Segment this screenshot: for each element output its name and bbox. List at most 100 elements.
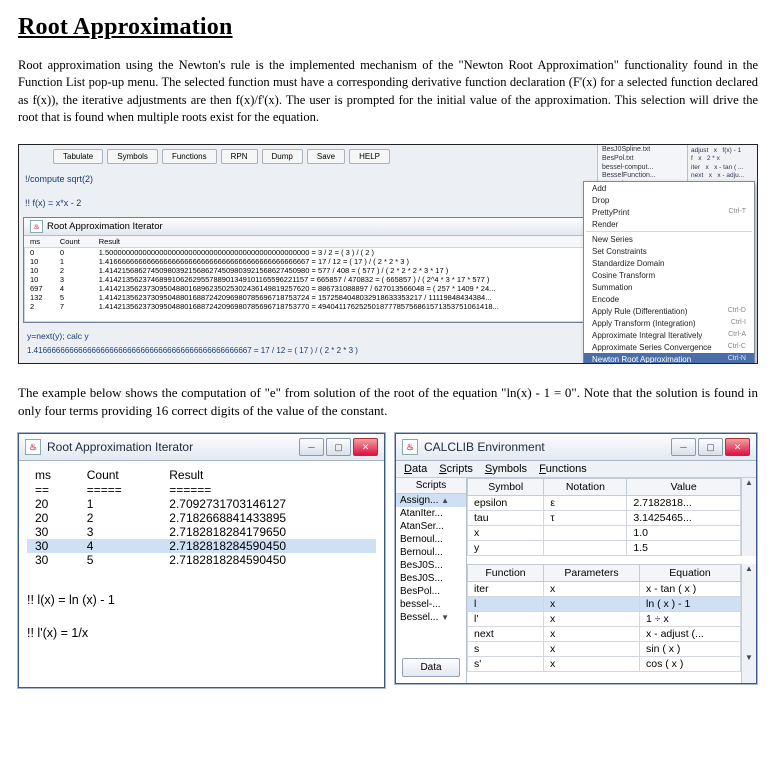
- menu-item[interactable]: Newton Root ApproximationCtrl-N: [584, 353, 754, 364]
- table-row: 1021.41421568627450980392156862745098039…: [24, 266, 594, 275]
- java-icon: ♨: [402, 439, 418, 455]
- java-icon: ♨: [30, 220, 43, 233]
- column-header: Function: [468, 565, 544, 582]
- column-header: Result: [93, 236, 594, 248]
- help-button[interactable]: HELP: [349, 149, 390, 164]
- data-button[interactable]: Data: [402, 658, 460, 677]
- menu-item[interactable]: Render: [584, 218, 754, 230]
- menu-item[interactable]: Approximate Integral IterativelyCtrl-A: [584, 329, 754, 341]
- menu-item[interactable]: Standardize Domain: [584, 257, 754, 269]
- table-row: 69741.4142135623730950488016896235025302…: [24, 284, 594, 293]
- dump-button[interactable]: Dump: [262, 149, 303, 164]
- script-item[interactable]: Bernoul...: [396, 533, 466, 546]
- page-title: Root Approximation: [18, 14, 758, 41]
- scrollbar[interactable]: ▲▼: [741, 564, 756, 683]
- column-header: Count: [54, 236, 93, 248]
- table-row: 271.414213562373095048801688724209698078…: [24, 302, 594, 311]
- rpn-button[interactable]: RPN: [221, 149, 258, 164]
- table-row[interactable]: iterxx - tan ( x ): [468, 582, 741, 597]
- symbols-table: SymbolNotationValue epsilonε2.7182818...…: [467, 478, 741, 556]
- functions-table: FunctionParametersEquation iterxx - tan …: [467, 564, 741, 672]
- menu-item[interactable]: Set Constraints: [584, 245, 754, 257]
- menu-item[interactable]: Apply Transform (Integration)Ctrl-I: [584, 317, 754, 329]
- minimize-button[interactable]: ─: [299, 438, 324, 456]
- menu-scripts[interactable]: Scripts: [439, 463, 473, 475]
- table-row[interactable]: nextxx - adjust (...: [468, 627, 741, 642]
- close-button[interactable]: ✕: [353, 438, 378, 456]
- table-row[interactable]: tauτ3.1425465...: [468, 511, 741, 526]
- window-title: CALCLIB Environment: [424, 440, 545, 454]
- save-button[interactable]: Save: [307, 149, 345, 164]
- column-header: Notation: [544, 479, 627, 496]
- table-row: 1011.41666666666666666666666666666666666…: [24, 257, 594, 266]
- script-item[interactable]: Assign... ▲: [396, 494, 466, 507]
- menu-item[interactable]: Summation: [584, 281, 754, 293]
- script-item[interactable]: AtanIter...: [396, 507, 466, 520]
- calc-line-1: y=next(y); calc y: [27, 331, 89, 341]
- table-row[interactable]: epsilonε2.7182818...: [468, 496, 741, 511]
- table-row[interactable]: y1.5: [468, 541, 741, 556]
- table-row[interactable]: l'x1 ÷ x: [468, 612, 741, 627]
- table-row[interactable]: 2022.7182668841433895: [27, 511, 376, 525]
- menu-symbols[interactable]: Symbols: [485, 463, 527, 475]
- menu-data[interactable]: Data: [404, 463, 427, 475]
- maximize-button[interactable]: ▢: [326, 438, 351, 456]
- column-header: Parameters: [544, 565, 640, 582]
- table-row: 13251.4142135623730950488016887242096980…: [24, 293, 594, 302]
- menu-item[interactable]: Drop: [584, 194, 754, 206]
- window-title: Root Approximation Iterator: [47, 440, 193, 454]
- equation-1: !! l(x) = ln (x) - 1: [27, 589, 376, 612]
- symbols-button[interactable]: Symbols: [107, 149, 158, 164]
- menu-item[interactable]: Approximate Series ConvergenceCtrl-C: [584, 341, 754, 353]
- table-row[interactable]: 2012.7092731703146127: [27, 497, 376, 511]
- context-menu[interactable]: AddDropPrettyPrintCtrl-TRender New Series…: [583, 181, 755, 364]
- menu-item[interactable]: Add: [584, 182, 754, 194]
- menu-item[interactable]: Apply Rule (Differentiation)Ctrl-D: [584, 305, 754, 317]
- script-item[interactable]: Bernoul...: [396, 546, 466, 559]
- table-row[interactable]: lxln ( x ) - 1: [468, 597, 741, 612]
- column-header: Count: [79, 467, 162, 483]
- column-header: Value: [627, 479, 741, 496]
- window-title: Root Approximation Iterator: [47, 221, 163, 232]
- table-row[interactable]: 3052.7182818284590450: [27, 553, 376, 567]
- table-row: 1031.41421356237468991062629557889013491…: [24, 275, 594, 284]
- script-item[interactable]: BesPol...: [396, 585, 466, 598]
- script-item[interactable]: Bessel... ▼: [396, 611, 466, 624]
- mid-paragraph: The example below shows the computation …: [18, 384, 758, 419]
- close-button[interactable]: ✕: [725, 438, 750, 456]
- script-item[interactable]: bessel-...: [396, 598, 466, 611]
- script-item[interactable]: AtanSer...: [396, 520, 466, 533]
- column-header: Result: [161, 467, 376, 483]
- menu-item[interactable]: New Series: [584, 233, 754, 245]
- script-item[interactable]: BesJ0S...: [396, 572, 466, 585]
- table-row: =============: [27, 483, 376, 497]
- menu-item[interactable]: Encode: [584, 293, 754, 305]
- scrollbar[interactable]: ▲: [741, 478, 756, 556]
- functions-button[interactable]: Functions: [162, 149, 217, 164]
- table-row: 001.500000000000000000000000000000000000…: [24, 248, 594, 258]
- figure-top: TabulateSymbolsFunctionsRPNDumpSaveHELP …: [18, 144, 758, 364]
- table-row[interactable]: sxsin ( x ): [468, 642, 741, 657]
- column-header: Symbol: [468, 479, 544, 496]
- table-row[interactable]: 3042.7182818284590450: [27, 539, 376, 553]
- scripts-header: Scripts: [396, 478, 466, 494]
- column-header: Equation: [640, 565, 741, 582]
- java-icon: ♨: [25, 439, 41, 455]
- root-iterator-window-small: ♨ Root Approximation Iterator msCountResu…: [23, 217, 595, 323]
- figure-bottom: ♨ Root Approximation Iterator ─ ▢ ✕ msCo…: [18, 433, 758, 688]
- minimize-button[interactable]: ─: [671, 438, 696, 456]
- table-row[interactable]: 3032.7182818284179650: [27, 525, 376, 539]
- column-header: ms: [27, 467, 79, 483]
- maximize-button[interactable]: ▢: [698, 438, 723, 456]
- table-row[interactable]: x1.0: [468, 526, 741, 541]
- tabulate-button[interactable]: Tabulate: [53, 149, 103, 164]
- table-row[interactable]: s'xcos ( x ): [468, 657, 741, 672]
- intro-paragraph: Root approximation using the Newton's ru…: [18, 57, 758, 126]
- menu-item[interactable]: PrettyPrintCtrl-T: [584, 206, 754, 218]
- script-item[interactable]: BesJ0S...: [396, 559, 466, 572]
- menu-functions[interactable]: Functions: [539, 463, 587, 475]
- column-header: ms: [24, 236, 54, 248]
- root-iterator-window: ♨ Root Approximation Iterator ─ ▢ ✕ msCo…: [18, 433, 385, 688]
- equation-2: !! l'(x) = 1/x: [27, 622, 376, 645]
- menu-item[interactable]: Cosine Transform: [584, 269, 754, 281]
